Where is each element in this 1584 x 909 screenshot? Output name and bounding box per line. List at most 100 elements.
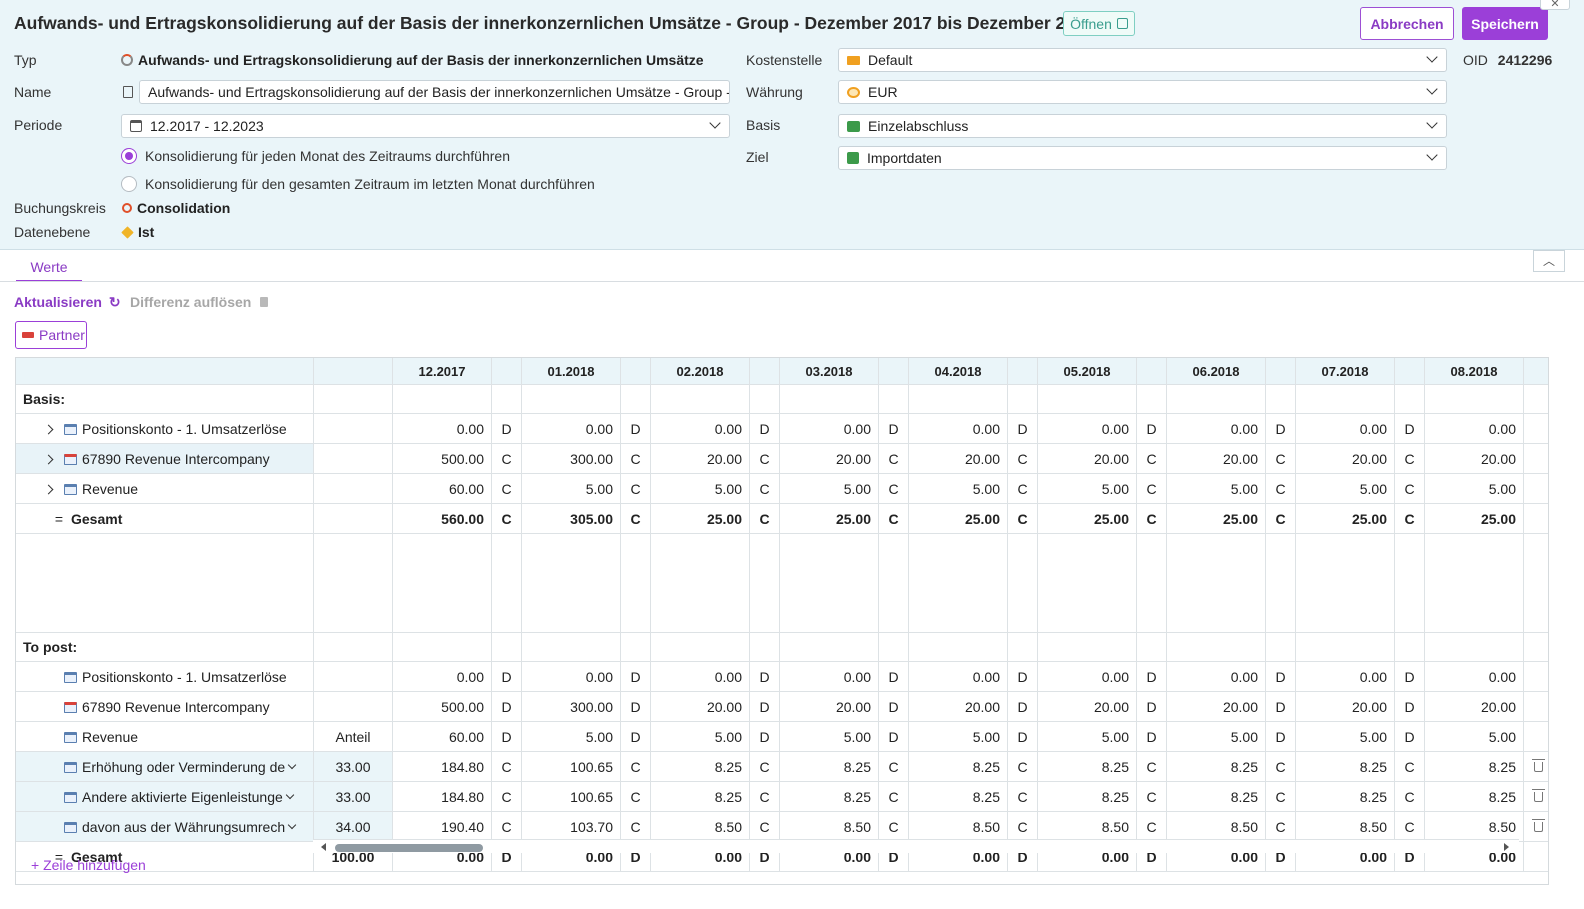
account-select-cell[interactable]: davon aus der Währungsumrech [16, 811, 314, 842]
value-cell: 8.50 [1166, 811, 1266, 842]
account-name: Erhöhung oder Verminderung de [82, 759, 286, 776]
debit-credit-cell: D [1007, 413, 1038, 444]
cancel-button[interactable]: Abbrechen [1360, 7, 1454, 40]
table-row[interactable]: Positionskonto - 1. Umsatzerlöse 0.00 D 0.0… [16, 413, 1548, 444]
month-header: 02.2018 [650, 358, 750, 385]
ziel-select[interactable]: Importdaten [838, 146, 1447, 170]
value-cell: 20.00 [1037, 691, 1137, 722]
share-cell: Anteil [313, 721, 393, 752]
horizontal-scrollbar[interactable] [313, 839, 1519, 853]
distribution-row[interactable]: davon aus der Währungsumrech 34.00 190.40 C… [16, 811, 1548, 842]
debit-credit-cell: D [1136, 721, 1167, 752]
share-input[interactable]: 33.00 [313, 781, 393, 812]
value-cell: 5.00 [908, 721, 1008, 752]
account-name-cell: Revenue [16, 721, 314, 752]
empty-cell [749, 384, 780, 414]
trash-icon[interactable] [1532, 758, 1545, 772]
debit-credit-cell: D [620, 721, 651, 752]
debit-credit-cell: D [749, 413, 780, 444]
tab-werte[interactable]: Werte [16, 256, 82, 282]
trash-icon[interactable] [1532, 818, 1545, 832]
empty-cell [650, 632, 750, 662]
name-input-value: Aufwands- und Ertragskonsolidierung auf … [148, 84, 729, 100]
buchungskreis-value: Consolidation [122, 200, 230, 216]
chevron-right-icon[interactable] [43, 454, 54, 465]
account-icon [64, 453, 77, 465]
chevron-down-icon[interactable] [287, 820, 297, 830]
value-cell: 8.25 [1037, 781, 1137, 812]
refresh-button[interactable]: Aktualisieren ↻ [14, 294, 121, 311]
distribution-row[interactable]: Andere aktivierte Eigenleistunge 33.00 184… [16, 781, 1548, 812]
value-cell: 8.25 [1166, 751, 1266, 782]
empty-cell [650, 384, 750, 414]
name-input[interactable]: Aufwands- und Ertragskonsolidierung auf … [139, 80, 730, 104]
value-cell: 500.00 [392, 443, 492, 474]
share-input[interactable]: 33.00 [313, 751, 393, 782]
value-cell: 8.25 [1295, 781, 1395, 812]
chevron-right-icon[interactable] [43, 484, 54, 495]
save-button[interactable]: Speichern [1462, 7, 1548, 40]
account-name: 67890 Revenue Intercompany [82, 699, 270, 716]
value-cell: 8.25 [908, 751, 1008, 782]
scroll-left-icon[interactable] [321, 843, 326, 851]
account-select-cell[interactable]: Erhöhung oder Verminderung de [16, 751, 314, 782]
basis-select[interactable]: Einzelabschluss [838, 114, 1447, 138]
chevron-down-icon[interactable] [287, 760, 297, 770]
debit-credit-cell: C [1136, 781, 1167, 812]
account-icon [64, 821, 77, 833]
open-button[interactable]: Öffnen [1063, 11, 1135, 36]
empty-cell [1424, 632, 1524, 662]
dc-header [1394, 358, 1425, 385]
value-cell: 0.00 [1424, 413, 1524, 444]
open-button-label: Öffnen [1070, 15, 1112, 32]
value-cell: 8.25 [1424, 751, 1524, 782]
radio-total-indicator[interactable] [121, 176, 137, 192]
debit-credit-cell: C [1265, 443, 1296, 474]
oid-label: OID [1463, 52, 1488, 68]
partner-filter-chip[interactable]: Partner [15, 321, 87, 349]
coins-icon [847, 86, 860, 98]
debit-credit-cell [1523, 841, 1548, 872]
table-row[interactable]: Revenue 60.00 C 5.00 C 5.00 C 5.00 C 5.00 C 5.00 C 5.… [16, 473, 1548, 504]
debit-credit-cell: C [1265, 781, 1296, 812]
empty-cell [1265, 384, 1296, 414]
close-icon[interactable]: ✕ [1540, 0, 1570, 10]
chevron-down-icon[interactable] [285, 790, 295, 800]
periode-select[interactable]: 12.2017 - 12.2023 [121, 114, 730, 138]
table-row[interactable]: 67890 Revenue Intercompany 500.00 C 300.00 C… [16, 443, 1548, 474]
resolve-difference-button[interactable]: Differenz auflösen [130, 294, 269, 310]
open-external-icon [1116, 18, 1128, 29]
total-label: Gesamt [71, 510, 123, 527]
debit-credit-cell: D [491, 413, 522, 444]
share-cell [313, 661, 393, 692]
trash-icon[interactable] [1532, 788, 1545, 802]
value-cell: 0.00 [521, 661, 621, 692]
table-row[interactable]: Revenue Anteil 60.00 D 5.00 D 5.00 D 5.00 D 5.00 D 5… [16, 721, 1548, 752]
debit-credit-cell: C [620, 503, 651, 534]
share-input[interactable]: 34.00 [313, 811, 393, 842]
scrollbar-thumb[interactable] [335, 844, 483, 852]
radio-monthly[interactable]: Konsolidierung für jeden Monat des Zeitr… [121, 148, 510, 164]
value-cell: 300.00 [521, 691, 621, 722]
waehrung-select[interactable]: EUR [838, 80, 1447, 104]
account-select-cell[interactable]: Andere aktivierte Eigenleistunge [16, 781, 314, 812]
debit-credit-cell: C [1007, 503, 1038, 534]
debit-credit-cell: D [620, 413, 651, 444]
radio-monthly-indicator[interactable] [121, 148, 137, 164]
distribution-row[interactable]: Erhöhung oder Verminderung de 33.00 184.80… [16, 751, 1548, 782]
empty-cell [313, 533, 393, 633]
collapse-up-icon[interactable]: ︿ [1533, 250, 1565, 272]
add-row-button[interactable]: + Zeile hinzufügen [31, 857, 146, 873]
scroll-right-icon[interactable] [1504, 843, 1509, 851]
kostenstelle-select[interactable]: Default [838, 48, 1447, 72]
debit-credit-cell: D [1136, 691, 1167, 722]
radio-total[interactable]: Konsolidierung für den gesamten Zeitraum… [121, 176, 595, 192]
waehrung-label: Währung [746, 84, 803, 100]
debit-credit-cell: C [749, 811, 780, 842]
value-cell: 25.00 [908, 503, 1008, 534]
table-row[interactable]: Positionskonto - 1. Umsatzerlöse 0.00 D 0.0… [16, 661, 1548, 692]
empty-cell [392, 533, 492, 633]
table-row[interactable]: 67890 Revenue Intercompany 500.00 D 300.00 D… [16, 691, 1548, 722]
chevron-right-icon[interactable] [43, 424, 54, 435]
value-cell: 5.00 [1424, 473, 1524, 504]
